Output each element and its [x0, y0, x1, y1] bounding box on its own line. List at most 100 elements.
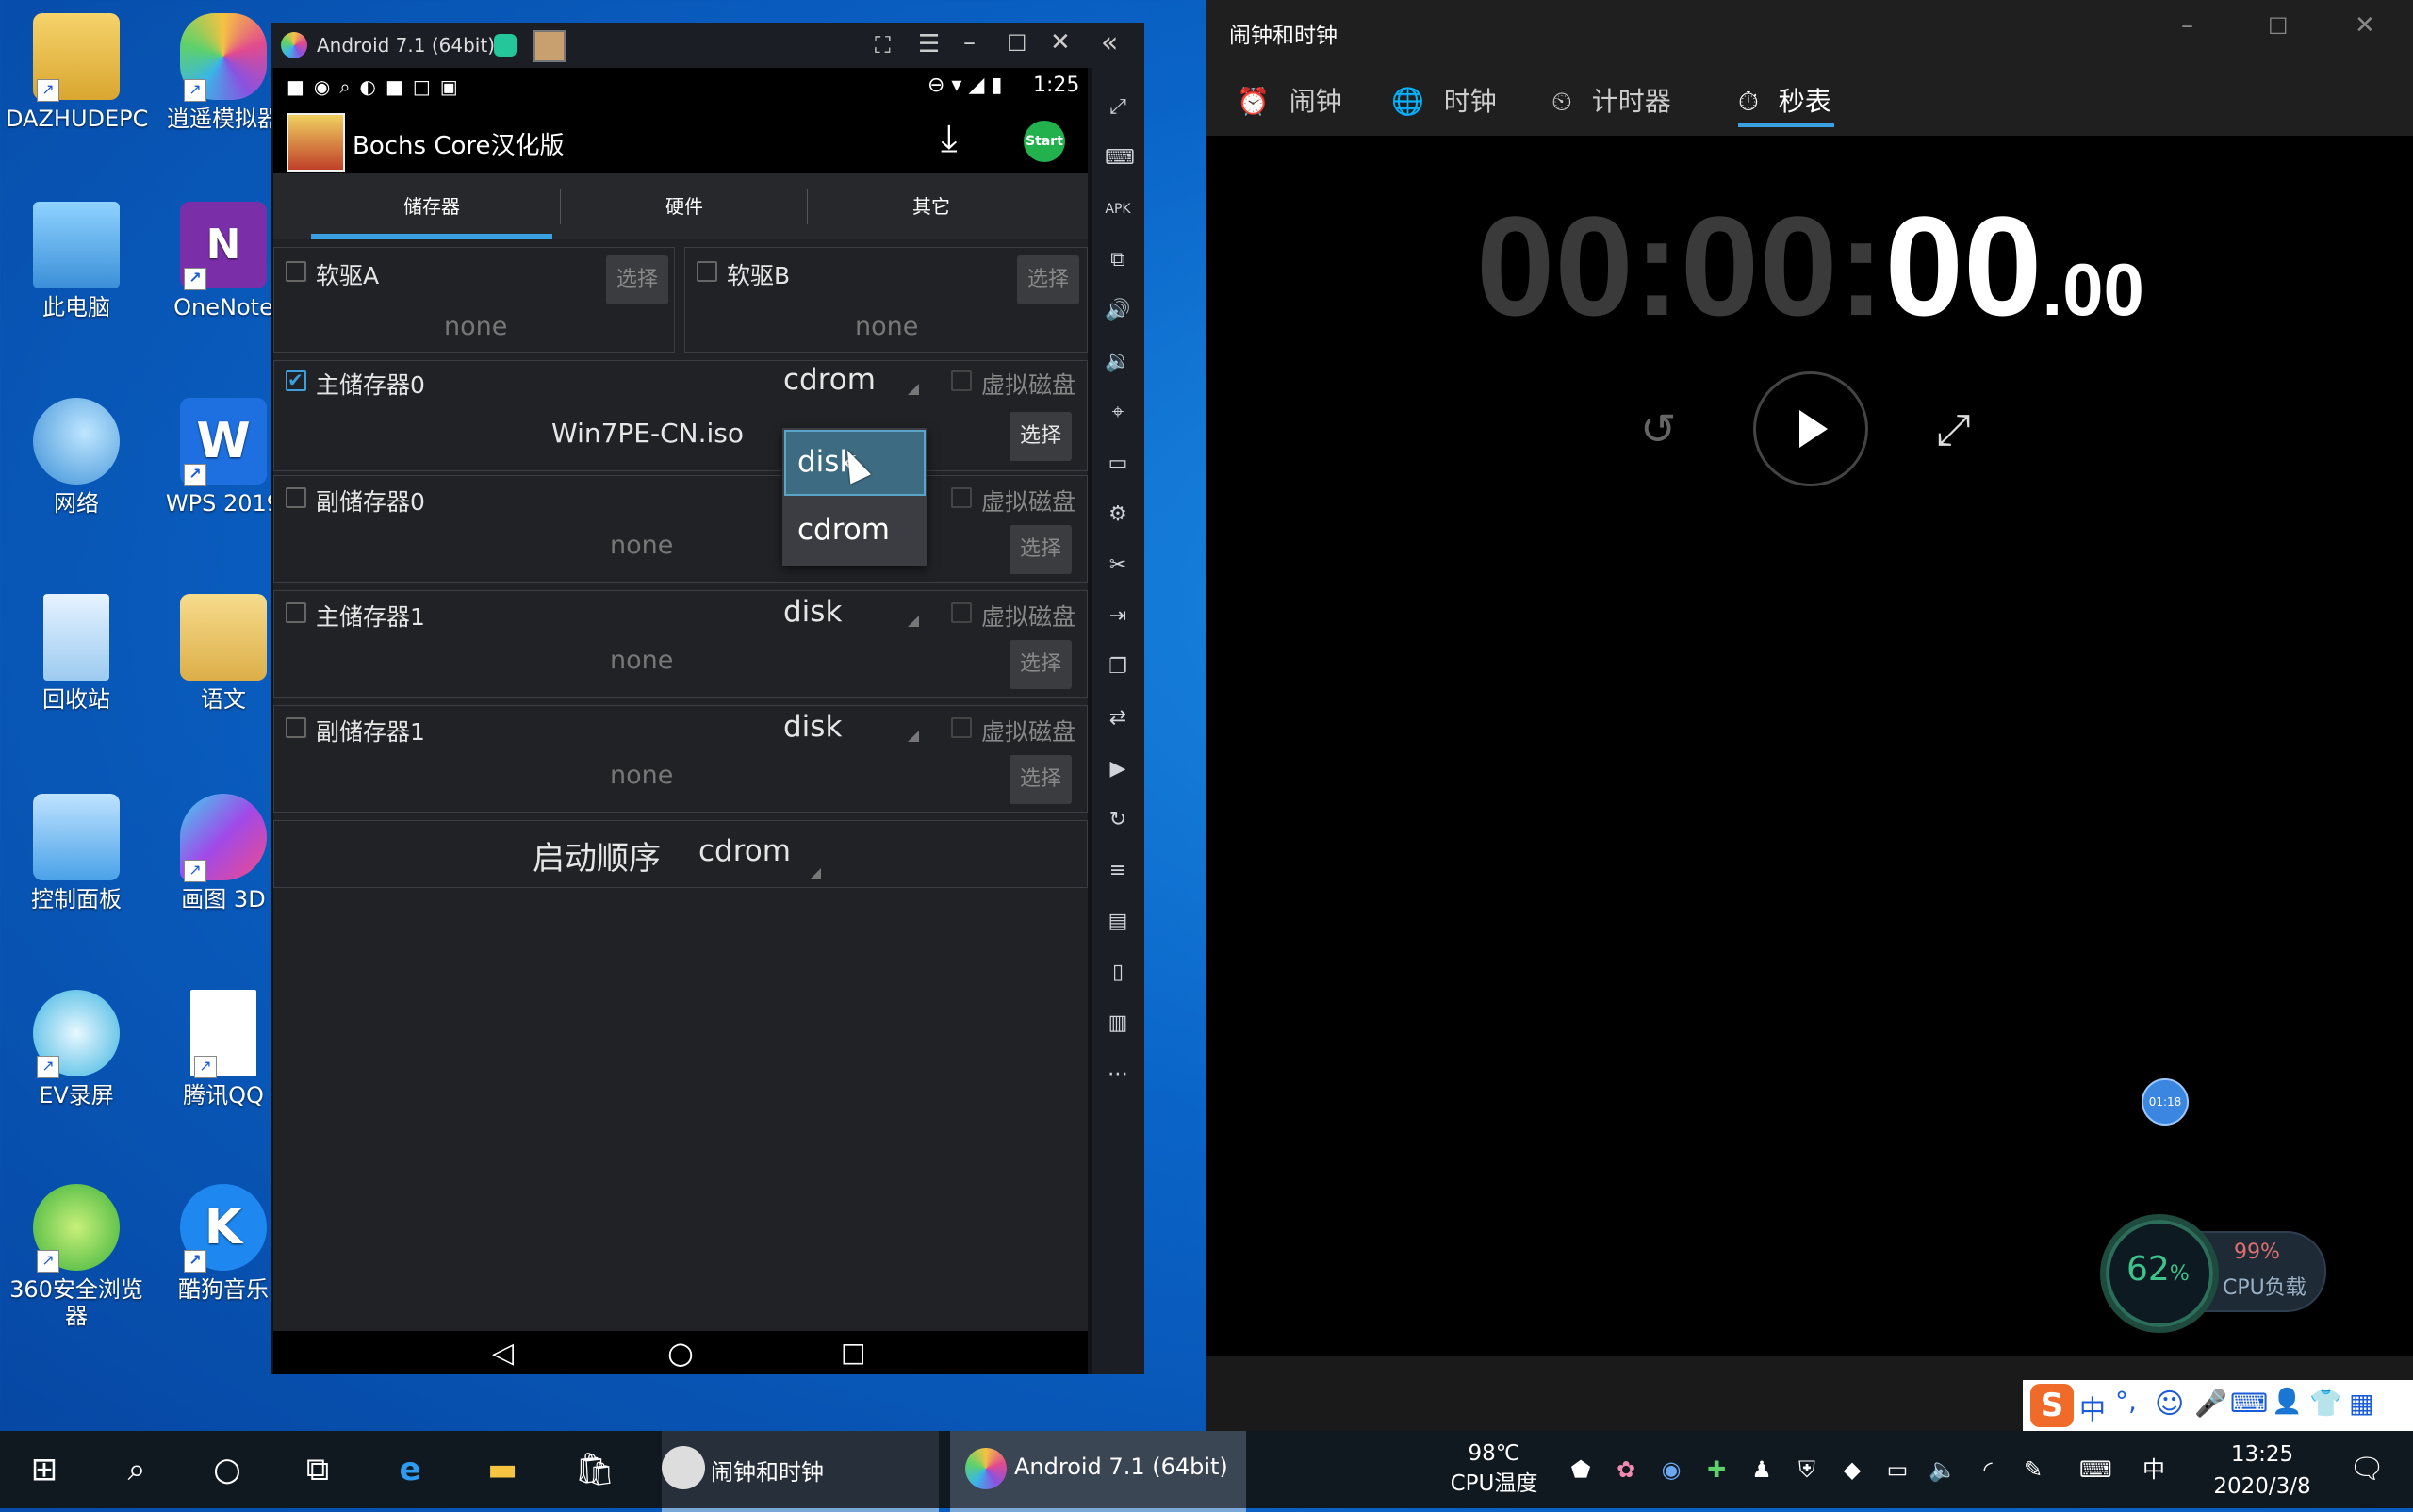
close-icon[interactable]: ✕: [1050, 28, 1071, 57]
list-icon[interactable]: ≡: [1105, 858, 1131, 884]
taskbar-app-android[interactable]: Android 7.1 (64bit): [950, 1431, 1246, 1512]
fullscreen-icon[interactable]: ⤢: [1105, 94, 1131, 121]
start-windows-icon[interactable]: ⊞: [21, 1446, 68, 1493]
desktop-icon-user[interactable]: ↗ DAZHUDEPC: [6, 13, 148, 132]
slave0-checkbox[interactable]: [286, 487, 306, 508]
tray-360-icon[interactable]: ✚: [1702, 1455, 1731, 1484]
home-icon[interactable]: ○: [667, 1335, 694, 1371]
master0-virtual-disk-checkbox[interactable]: [951, 370, 972, 391]
task-view-icon[interactable]: ⧉: [294, 1446, 341, 1493]
master1-virtual-disk-checkbox[interactable]: [951, 602, 972, 623]
tray-diamond-icon[interactable]: ◆: [1838, 1455, 1866, 1484]
search-icon[interactable]: ⌕: [113, 1446, 160, 1493]
cortana-icon[interactable]: ○: [204, 1446, 251, 1493]
tray-pen-icon[interactable]: ✎: [2019, 1455, 2047, 1484]
recents-icon[interactable]: □: [841, 1337, 865, 1368]
slave1-select-button[interactable]: 选择: [1010, 755, 1072, 804]
desktop-icon-ev-recorder[interactable]: ↗ EV录屏: [6, 990, 147, 1109]
slave1-checkbox[interactable]: [286, 717, 306, 738]
notification-center-icon[interactable]: 🗨: [2343, 1446, 2390, 1493]
menu-icon[interactable]: ☰: [918, 30, 940, 58]
store-icon[interactable]: 🛍: [571, 1446, 618, 1493]
scissors-icon[interactable]: ✂: [1105, 552, 1131, 579]
ime-skin-icon[interactable]: 👕: [2309, 1388, 2342, 1419]
tray-battery-icon[interactable]: ▭: [1883, 1455, 1912, 1484]
back-icon[interactable]: ◁: [492, 1337, 514, 1370]
sogou-logo-icon[interactable]: S: [2030, 1384, 2074, 1427]
tray-flower-icon[interactable]: ✿: [1612, 1455, 1640, 1484]
start-button[interactable]: Start: [1024, 121, 1065, 162]
slave0-select-button[interactable]: 选择: [1010, 525, 1072, 574]
tray-user-icon[interactable]: ♟: [1748, 1455, 1776, 1484]
file-explorer-icon[interactable]: ▬: [479, 1446, 526, 1493]
desktop-icon-recycle-bin[interactable]: 回收站: [6, 594, 147, 713]
clipboard-icon[interactable]: ▥: [1105, 1011, 1131, 1037]
keyboard-icon[interactable]: ⌨: [1105, 145, 1135, 172]
expand-icon[interactable]: ⤢: [1936, 403, 1971, 456]
maximize-icon[interactable]: ☐: [1007, 30, 1027, 57]
tab-hardware[interactable]: 硬件: [562, 173, 807, 239]
reset-icon[interactable]: ↺: [1640, 403, 1677, 454]
floating-timer-bubble[interactable]: 01:18: [2142, 1078, 2189, 1126]
nav-world-clock[interactable]: 🌐 时钟: [1391, 81, 1497, 119]
download-icon[interactable]: ⤓: [941, 117, 958, 160]
video-record-icon[interactable]: ▶: [1105, 756, 1131, 782]
tab-other[interactable]: 其它: [809, 173, 1054, 239]
ime-mode-label[interactable]: 中: [2079, 1389, 2106, 1427]
desktop-icon-network[interactable]: 网络: [6, 398, 147, 517]
floppy-b-checkbox[interactable]: [697, 261, 717, 282]
collapse-sidebar-icon[interactable]: «: [1101, 26, 1118, 59]
sync-icon[interactable]: ⇄: [1105, 705, 1131, 731]
import-icon[interactable]: ⇥: [1105, 603, 1131, 630]
rotate-icon[interactable]: ↻: [1105, 807, 1131, 833]
copy-icon[interactable]: ❐: [1105, 654, 1131, 681]
folder-icon[interactable]: ▭: [1105, 451, 1131, 477]
nav-timer[interactable]: ⏲ 计时器: [1551, 81, 1671, 119]
floppy-a-select-button[interactable]: 选择: [606, 255, 668, 304]
ime-mic-icon[interactable]: 🎤: [2194, 1388, 2227, 1419]
edge-icon[interactable]: e: [386, 1446, 434, 1493]
master1-select-button[interactable]: 选择: [1010, 640, 1072, 689]
apk-install-icon[interactable]: APK: [1105, 196, 1131, 222]
shake-icon[interactable]: ▯: [1105, 960, 1131, 986]
settings-gear-icon[interactable]: ⚙: [1105, 501, 1131, 528]
tray-emulator-icon[interactable]: ⬟: [1567, 1455, 1595, 1484]
ime-user-icon[interactable]: 👤: [2272, 1388, 2302, 1416]
screenshot-icon[interactable]: ⛶: [875, 32, 891, 58]
tray-wifi-icon[interactable]: ◜: [1974, 1455, 2002, 1484]
tray-app-icon[interactable]: ◉: [1657, 1455, 1685, 1484]
desktop-icon-control-panel[interactable]: 控制面板: [6, 794, 147, 912]
taskbar-clock[interactable]: 13:25 2020/3/8: [2177, 1438, 2347, 1504]
toolbox-icon[interactable]: ▤: [1105, 909, 1131, 935]
volume-down-icon[interactable]: 🔉: [1105, 349, 1131, 375]
master1-type-spinner[interactable]: disk: [783, 595, 842, 629]
dropdown-option-cdrom[interactable]: cdrom: [784, 500, 926, 562]
tab-storage[interactable]: 储存器: [311, 173, 552, 239]
ime-punctuation-icon[interactable]: °,: [2115, 1386, 2137, 1417]
nav-stopwatch[interactable]: ⏱ 秒表: [1738, 81, 1834, 127]
desktop-icon-360-browser[interactable]: ↗ 360安全浏览器: [6, 1184, 147, 1329]
floppy-a-checkbox[interactable]: [286, 261, 306, 282]
floppy-b-select-button[interactable]: 选择: [1017, 255, 1079, 304]
more-icon[interactable]: ⋯: [1105, 1061, 1131, 1088]
cpu-temperature[interactable]: 98℃ CPU温度: [1442, 1438, 1546, 1504]
slave1-type-spinner[interactable]: disk: [783, 710, 842, 744]
ime-emoji-icon[interactable]: ☺: [2155, 1388, 2184, 1421]
boot-order-spinner[interactable]: cdrom: [698, 834, 791, 868]
location-icon[interactable]: ⌖: [1105, 400, 1131, 426]
tray-ime-label[interactable]: 中: [2140, 1455, 2168, 1484]
desktop-icon-this-pc[interactable]: 此电脑: [6, 202, 147, 320]
master0-type-spinner[interactable]: cdrom: [783, 363, 876, 397]
multi-window-icon[interactable]: ⧉: [1105, 247, 1131, 273]
cpu-monitor-widget[interactable]: 62% 99% CPU负载: [2100, 1214, 2326, 1333]
ime-keyboard-icon[interactable]: ⌨: [2230, 1388, 2268, 1419]
tray-keyboard-icon[interactable]: ⌨: [2079, 1455, 2112, 1484]
notification-app-icon[interactable]: [494, 34, 517, 57]
close-icon[interactable]: ✕: [2355, 11, 2375, 40]
ime-grid-icon[interactable]: ▦: [2349, 1388, 2373, 1419]
master0-select-button[interactable]: 选择: [1010, 412, 1072, 461]
volume-up-icon[interactable]: 🔊: [1105, 298, 1131, 324]
play-button[interactable]: [1753, 371, 1868, 486]
minimize-icon[interactable]: –: [2181, 11, 2193, 40]
tray-shield-icon[interactable]: ⛨: [1793, 1455, 1821, 1484]
